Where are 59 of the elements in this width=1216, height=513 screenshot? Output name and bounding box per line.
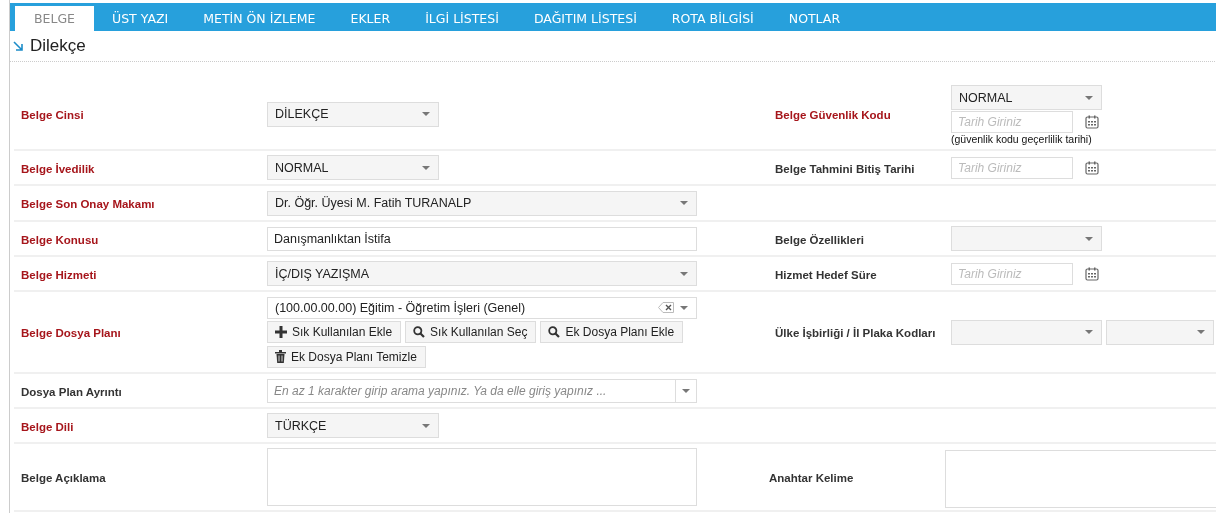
caret-icon (680, 305, 688, 310)
dropdown[interactable]: (100.00.00.00) Eğitim - Öğretim İşleri (Genel) (267, 296, 697, 319)
field-label: Belge Konusu (21, 233, 99, 246)
text-area[interactable] (945, 450, 1216, 508)
date-field[interactable]: Tarih Giriniz (951, 157, 1073, 179)
date-field[interactable]: Tarih Giriniz (951, 111, 1073, 133)
field-label: Belge Cinsi (21, 109, 84, 121)
field-label: Belge Tahmini Bitiş Tarihi (775, 162, 915, 175)
field-label: Belge Güvenlik Kodu (775, 109, 891, 121)
text-field[interactable]: Danışmanlıktan İstifa (267, 226, 697, 251)
calendar-icon[interactable] (1085, 267, 1099, 281)
field-label: Belge Açıklama (21, 472, 106, 484)
field-label: Belge Dili (21, 420, 74, 433)
arrow-icon (13, 40, 24, 52)
field-label: Anahtar Kelime (769, 472, 854, 484)
field-label: Belge Özellikleri (775, 233, 864, 246)
caret-icon (1085, 236, 1093, 241)
action-button[interactable]: Sık Kullanılan Ekle (267, 320, 402, 343)
calendar-icon[interactable] (1085, 161, 1099, 175)
caret-icon (1197, 330, 1205, 334)
field-label: Hizmet Hedef Süre (775, 268, 877, 281)
clear-icon[interactable] (658, 302, 674, 313)
caret-icon (422, 165, 430, 170)
dropdown[interactable]: İÇ/DIŞ YAZIŞMA (267, 261, 697, 286)
search-icon (548, 325, 561, 338)
action-button[interactable]: Ek Dosya Planı Ekle (540, 320, 684, 343)
dropdown[interactable]: DİLEKÇE (267, 101, 439, 127)
caret-icon (1085, 95, 1093, 100)
dropdown[interactable] (951, 319, 1102, 345)
field-label: Belge Son Onay Makamı (21, 198, 155, 210)
action-button[interactable]: Sık Kullanılan Seç (405, 320, 537, 343)
action-button[interactable]: Ek Dosya Planı Temizle (267, 345, 426, 368)
tab[interactable]: BELGE (15, 6, 95, 31)
hint-text: (güvenlik kodu geçerlilik tarihi) (951, 133, 1093, 145)
field-label: Dosya Plan Ayrıntı (21, 385, 122, 398)
dropdown[interactable] (951, 226, 1102, 251)
caret-icon (680, 271, 688, 276)
calendar-icon[interactable] (1085, 115, 1099, 129)
trash-icon (275, 350, 286, 363)
caret-icon (1085, 330, 1093, 334)
caret-icon (682, 388, 690, 393)
dropdown[interactable]: NORMAL (267, 155, 439, 180)
caret-icon (422, 423, 430, 428)
field-label: Belge İvedilik (21, 162, 95, 175)
dropdown[interactable]: TÜRKÇE (267, 413, 439, 438)
field-label: Ülke İşbirliği / İl Plaka Kodları (775, 327, 936, 339)
date-field[interactable]: Tarih Giriniz (951, 263, 1073, 285)
field-label: Belge Dosya Planı (21, 327, 121, 339)
search-combo[interactable]: En az 1 karakter girip arama yapınız. Ya da elle giriş yapınız ... (267, 378, 697, 403)
caret-icon (422, 112, 430, 116)
dropdown[interactable] (1106, 319, 1214, 345)
section-title: Dilekçe (30, 36, 86, 56)
text-area[interactable] (267, 448, 697, 506)
plus-icon (275, 325, 287, 338)
dropdown[interactable]: NORMAL (951, 85, 1102, 110)
caret-icon (680, 201, 688, 205)
dropdown[interactable]: Dr. Öğr. Üyesi M. Fatih TURANALP (267, 190, 697, 216)
search-icon (413, 325, 426, 338)
field-label: Belge Hizmeti (21, 268, 97, 281)
